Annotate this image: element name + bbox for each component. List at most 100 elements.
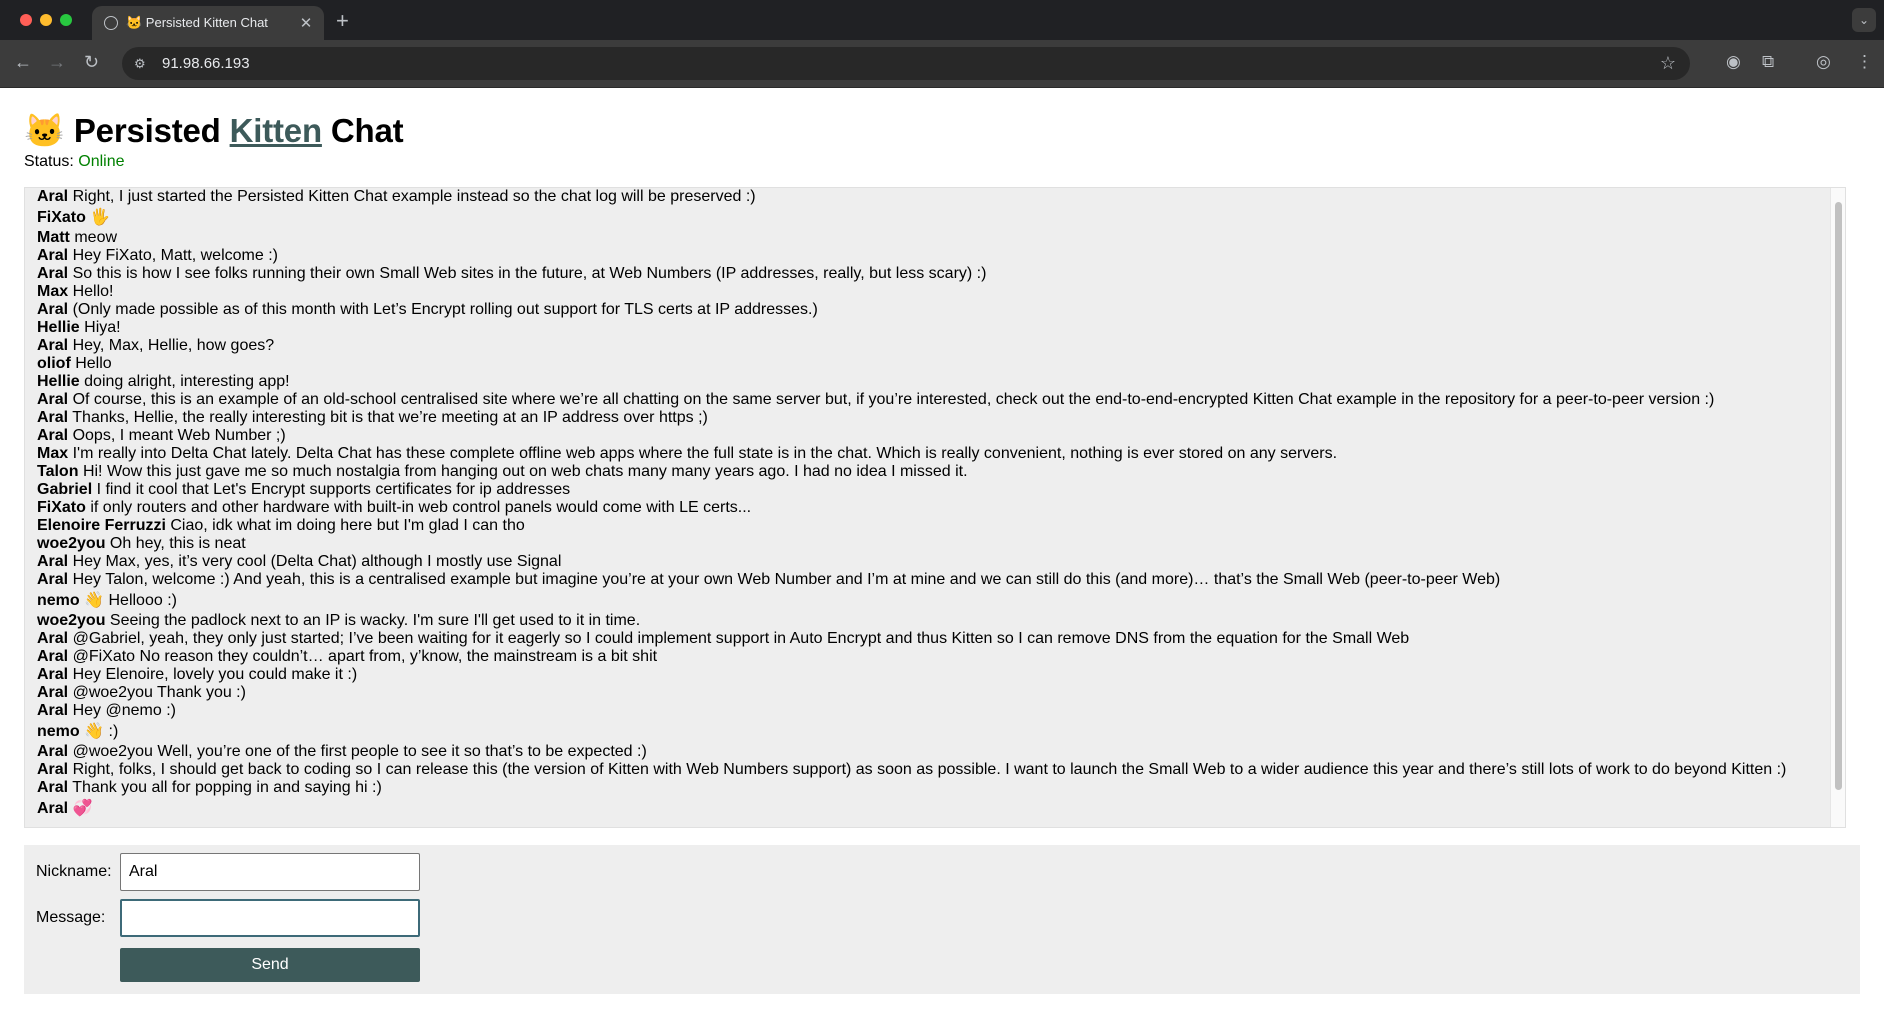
kitten-link[interactable]: Kitten (230, 112, 322, 149)
message-nickname: Elenoire Ferruzzi (37, 517, 166, 534)
message-text: Oops, I meant Web Number ;) (72, 427, 286, 444)
chat-message: Hellie Hiya! (37, 319, 1845, 337)
tab-search-icon[interactable]: ⌄ (1852, 8, 1876, 32)
message-text: @woe2you Thank you :) (72, 684, 246, 701)
chat-message: Aral Thanks, Hellie, the really interest… (37, 409, 1845, 427)
message-text: Hello (75, 355, 112, 372)
close-window-button[interactable] (20, 14, 32, 26)
chat-message: nemo 👋 Hellooo :) (37, 589, 1845, 612)
chat-message: woe2you Oh hey, this is neat (37, 535, 1845, 553)
reload-icon[interactable]: ↻ (84, 52, 99, 73)
message-nickname: Aral (37, 666, 69, 683)
message-text: Hiya! (84, 319, 121, 336)
message-text: Hey Max, yes, it’s very cool (Delta Chat… (72, 553, 562, 570)
chat-message: Aral Right, folks, I should get back to … (37, 761, 1845, 779)
minimize-window-button[interactable] (40, 14, 52, 26)
message-text: So this is how I see folks running their… (72, 265, 987, 282)
message-nickname: oliof (37, 355, 71, 372)
chat-message: Talon Hi! Wow this just gave me so much … (37, 463, 1845, 481)
bookmark-star-icon[interactable]: ☆ (1660, 53, 1676, 74)
message-text: Oh hey, this is neat (109, 535, 246, 552)
message-nickname: Aral (37, 427, 69, 444)
message-text: meow (74, 229, 118, 246)
message-text: Hey Elenoire, lovely you could make it :… (72, 666, 358, 683)
message-text: Ciao, idk what im doing here but I'm gla… (170, 517, 525, 534)
message-nickname: Aral (37, 301, 69, 318)
message-nickname: Aral (37, 743, 69, 760)
message-text: Of course, this is an example of an old-… (72, 391, 1715, 408)
status-line: Status: Online (24, 153, 125, 171)
chat-message: FiXato 🖐️ (37, 206, 1845, 229)
message-nickname: Aral (37, 571, 69, 588)
browser-menu-icon[interactable]: ⋮ (1856, 52, 1873, 72)
chat-message: Aral Right, I just started the Persisted… (37, 188, 1845, 206)
chat-message: Max I'm really into Delta Chat lately. D… (37, 445, 1845, 463)
message-nickname: FiXato (37, 499, 86, 516)
chat-message: Elenoire Ferruzzi Ciao, idk what im doin… (37, 517, 1845, 535)
send-button[interactable]: Send (120, 948, 420, 982)
extensions-puzzle-icon[interactable]: ⧉ (1762, 52, 1774, 72)
message-nickname: woe2you (37, 612, 106, 629)
site-info-icon[interactable]: ⚙ (134, 56, 150, 72)
chat-message: Aral Of course, this is an example of an… (37, 391, 1845, 409)
message-text: I find it cool that Let's Encrypt suppor… (96, 481, 571, 498)
tab-title: 🐱 Persisted Kitten Chat (126, 15, 268, 30)
chat-message: Aral @Gabriel, yeah, they only just star… (37, 630, 1845, 648)
maximize-window-button[interactable] (60, 14, 72, 26)
message-text: if only routers and other hardware with … (90, 499, 752, 516)
close-tab-icon[interactable]: ✕ (296, 14, 316, 32)
message-nickname: Aral (37, 265, 69, 282)
chat-scrollbar[interactable] (1830, 188, 1845, 827)
cat-emoji-icon: 🐱 (24, 112, 65, 149)
message-nickname: Aral (37, 684, 69, 701)
browser-tab-strip: 🐱 Persisted Kitten Chat ✕ + ⌄ (0, 0, 1884, 40)
globe-icon (104, 16, 118, 30)
message-nickname: Aral (37, 630, 69, 647)
message-text: Thank you all for popping in and saying … (72, 779, 382, 796)
message-text: @woe2you Well, you’re one of the first p… (72, 743, 647, 760)
message-text: Hello! (72, 283, 114, 300)
status-label: Status: (24, 153, 74, 170)
chat-message: Aral Hey Elenoire, lovely you could make… (37, 666, 1845, 684)
message-text: 👋 :) (84, 723, 119, 740)
message-text: Hi! Wow this just gave me so much nostal… (82, 463, 968, 480)
message-nickname: nemo (37, 592, 80, 609)
message-text: 💞 (72, 800, 93, 817)
message-nickname: Aral (37, 800, 69, 817)
chat-scrollbar-thumb[interactable] (1835, 202, 1842, 790)
chat-message: Max Hello! (37, 283, 1845, 301)
profile-icon[interactable]: ◎ (1816, 52, 1831, 72)
message-nickname: Max (37, 445, 69, 462)
chat-message: Aral Hey Talon, welcome :) And yeah, thi… (37, 571, 1845, 589)
chat-message: Aral @FiXato No reason they couldn’t… ap… (37, 648, 1845, 666)
message-text: Seeing the padlock next to an IP is wack… (109, 612, 641, 629)
message-label: Message: (36, 909, 106, 926)
message-nickname: Aral (37, 779, 69, 796)
message-text: @FiXato No reason they couldn’t… apart f… (72, 648, 658, 665)
message-text: Right, I just started the Persisted Kitt… (72, 188, 756, 205)
back-icon[interactable]: ← (14, 52, 32, 73)
new-tab-icon[interactable]: + (336, 8, 349, 34)
chat-message: Aral Thank you all for popping in and sa… (37, 779, 1845, 797)
nickname-input[interactable] (120, 853, 420, 891)
message-text: Hey Talon, welcome :) And yeah, this is … (72, 571, 1501, 588)
message-nickname: Aral (37, 247, 69, 264)
address-bar[interactable]: ⚙ 91.98.66.193 ☆ (122, 47, 1690, 80)
extension-icon[interactable]: ◉ (1726, 52, 1741, 72)
chat-message: Aral Hey @nemo :) (37, 702, 1845, 720)
chat-message: Aral Oops, I meant Web Number ;) (37, 427, 1845, 445)
message-nickname: Matt (37, 229, 70, 246)
message-nickname: Max (37, 283, 69, 300)
chat-message: Hellie doing alright, interesting app! (37, 373, 1845, 391)
forward-icon[interactable]: → (48, 52, 66, 73)
window-controls (20, 14, 72, 26)
chat-log[interactable]: Aral Right, I just started the Persisted… (24, 187, 1846, 828)
url-text[interactable]: 91.98.66.193 (162, 55, 1660, 72)
chat-message: Aral (Only made possible as of this mont… (37, 301, 1845, 319)
message-input[interactable] (120, 899, 420, 937)
chat-message: Aral Hey, Max, Hellie, how goes? (37, 337, 1845, 355)
message-nickname: Aral (37, 337, 69, 354)
message-nickname: Gabriel (37, 481, 93, 498)
message-nickname: FiXato (37, 209, 86, 226)
browser-tab[interactable]: 🐱 Persisted Kitten Chat ✕ (92, 6, 324, 40)
